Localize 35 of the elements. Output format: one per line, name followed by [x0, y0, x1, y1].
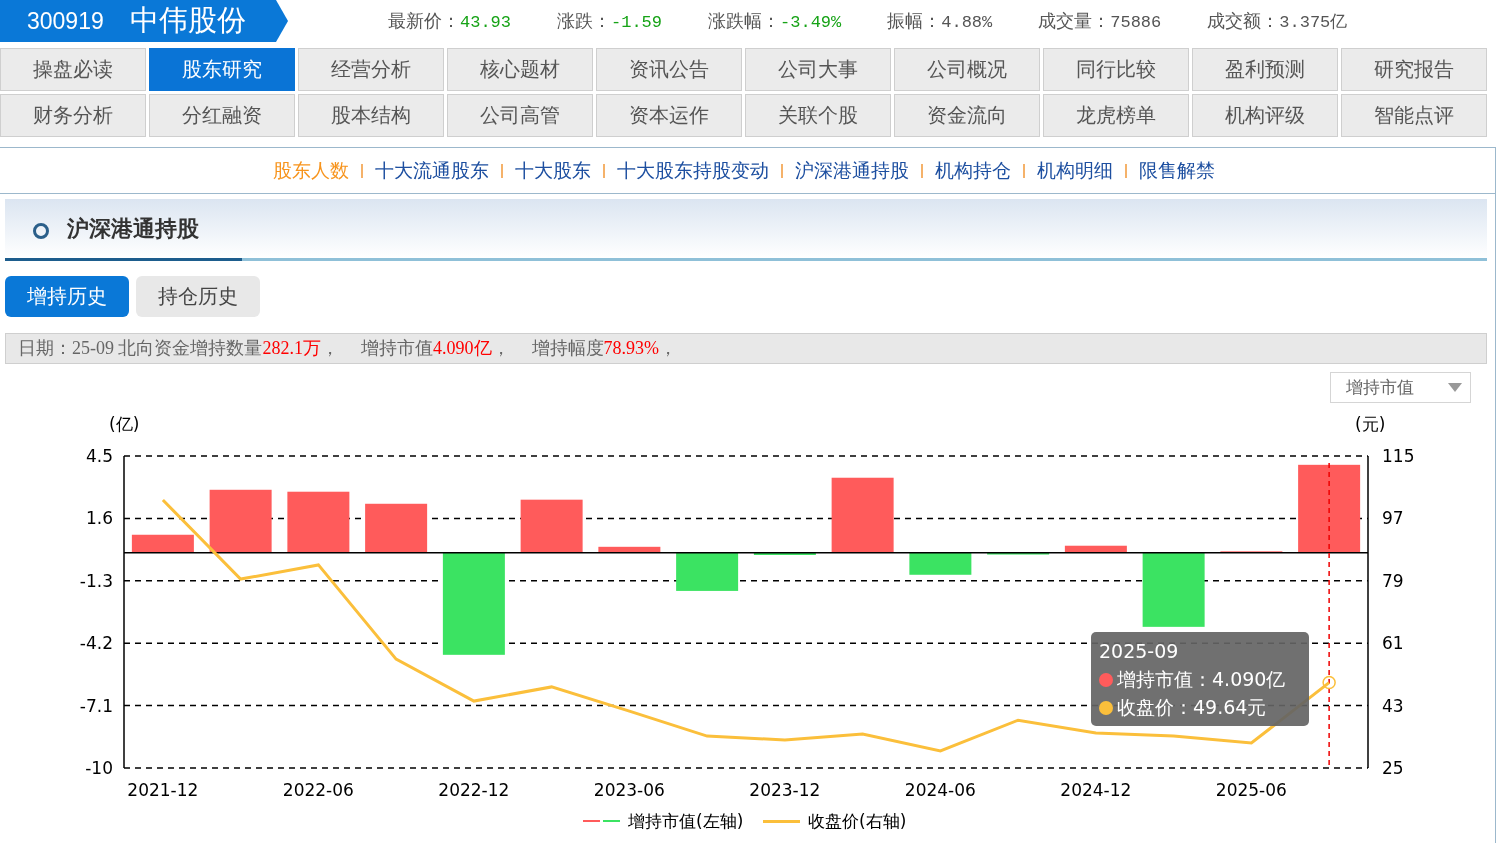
axis-label: 2024-12 — [1060, 780, 1132, 800]
axis-label: -10 — [85, 758, 113, 778]
axis-label: 97 — [1382, 508, 1404, 529]
quote-text: 成交量：75886 — [1038, 10, 1162, 33]
axis-label: 25 — [1382, 758, 1404, 778]
axis-label: 43 — [1382, 695, 1404, 716]
axis-label: 61 — [1382, 633, 1404, 654]
axis-label: 2024-06 — [904, 780, 976, 800]
quote-text: 最新价：43.93 — [388, 10, 511, 33]
chart-tooltip: 2025-09 增持市值：4.090亿 收盘价：49.64元 — [1091, 632, 1309, 726]
stock-name: 中伟股份 — [129, 3, 246, 38]
quote-text: 成交额：3.375亿 — [1207, 10, 1348, 33]
axis-label: -4.2 — [79, 633, 113, 654]
summary-text: 日期：25-09 北向资金增持数量282.1万， 增持市值4.090亿， 增持幅度78.93%， — [5, 333, 1487, 364]
axis-label: 2022-12 — [438, 780, 510, 800]
axis-unit: (元) — [1355, 414, 1386, 434]
axis-label: 115 — [1382, 446, 1415, 466]
axis-label: 2023-06 — [593, 780, 665, 800]
legend-label: 收盘价(右轴) — [808, 811, 907, 831]
axis-label: 4.5 — [85, 446, 113, 466]
axis-label: 2022-06 — [282, 780, 354, 800]
axis-unit: (亿) — [109, 414, 140, 434]
stock-code: 300919 — [27, 7, 104, 35]
axis-label: 1.6 — [85, 508, 113, 529]
section-title: 沪深港通持股 — [67, 214, 199, 243]
axis-label: 2021-12 — [127, 780, 199, 800]
axis-label: 2025-06 — [1215, 780, 1287, 800]
quote-text: 振幅：4.88% — [887, 10, 993, 33]
axis-label: -7.1 — [79, 695, 113, 716]
axis-label: 2023-12 — [749, 780, 821, 800]
legend-label: 增持市值(左轴) — [628, 811, 744, 831]
quote-text: 涨跌：-1.59 — [557, 10, 663, 33]
quote-text: 涨跌幅：-3.49% — [708, 10, 842, 33]
axis-label: 79 — [1382, 570, 1404, 591]
axis-label: -1.3 — [79, 570, 113, 591]
